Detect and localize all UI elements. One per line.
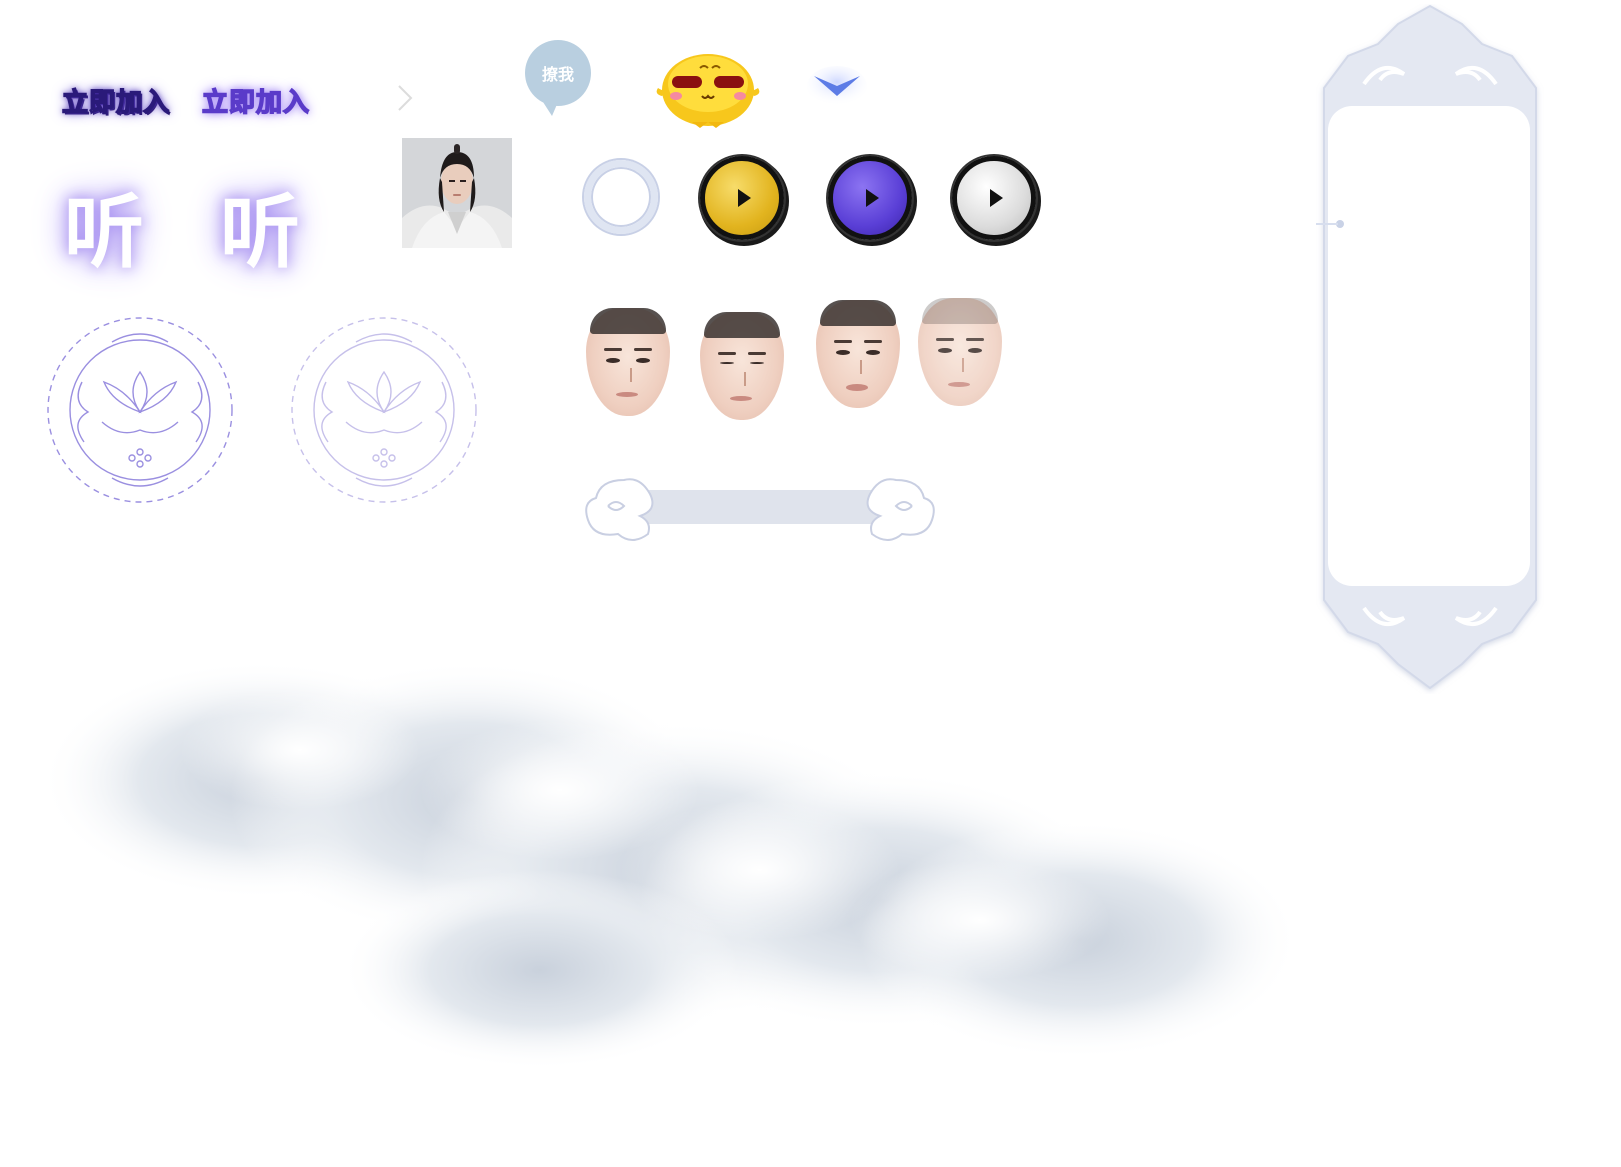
bubble-label: 撩我 — [525, 40, 591, 106]
face-expression-eyes-closed[interactable] — [700, 312, 784, 420]
mascot-chick-icon[interactable] — [654, 44, 762, 130]
play-button-gold[interactable] — [700, 156, 784, 240]
tall-cloud-frame — [1316, 4, 1537, 690]
play-icon — [989, 189, 1003, 207]
lotus-ornament-icon — [47, 317, 233, 503]
tease-me-bubble[interactable]: 撩我 — [525, 40, 591, 116]
join-now-button-hover[interactable]: 立即加入 — [201, 82, 310, 119]
portrait-image — [402, 138, 512, 248]
play-icon — [865, 189, 879, 207]
listen-icon[interactable]: 听 — [64, 168, 144, 284]
character-portrait[interactable] — [402, 138, 512, 248]
listen-icon-hover[interactable]: 听 — [220, 168, 300, 284]
play-button-purple[interactable] — [828, 156, 912, 240]
play-button-silver[interactable] — [952, 156, 1036, 240]
chevron-right-icon[interactable] — [396, 84, 414, 112]
face-expression-smile[interactable] — [816, 300, 900, 408]
face-expression-neutral[interactable] — [586, 308, 670, 416]
lotus-ornament-icon — [291, 317, 477, 503]
cloud-sea-decoration — [40, 660, 1300, 1070]
face-expression-side[interactable] — [918, 298, 1002, 406]
play-icon — [737, 189, 751, 207]
join-now-button[interactable]: 立即加入 — [61, 82, 170, 119]
avatar-ring-frame — [584, 160, 658, 234]
cloud-scroll-bar — [585, 478, 935, 541]
chevron-down-icon[interactable] — [806, 66, 868, 108]
